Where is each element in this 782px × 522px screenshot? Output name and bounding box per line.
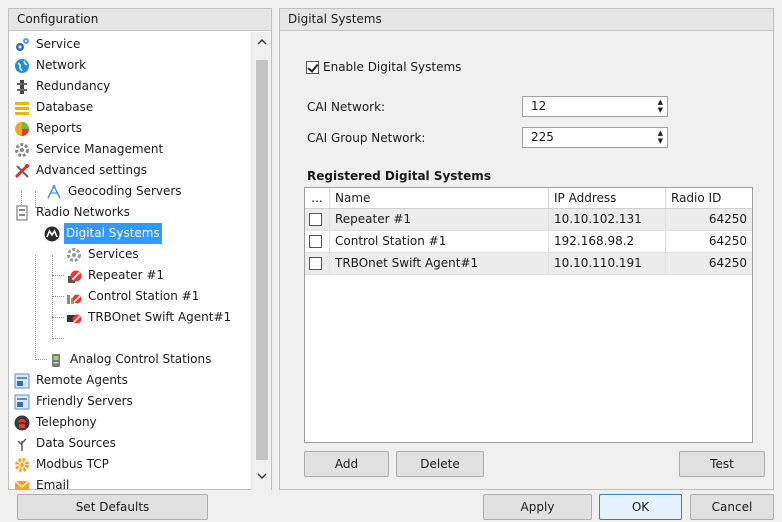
row-radio-id: 64250 [708,234,747,248]
row-ip: 192.168.98.2 [549,231,666,252]
configuration-panel: Configuration Service Network Redundancy… [8,8,272,490]
tree-item-services[interactable]: Services [65,244,141,265]
cai-group-network-label: CAI Group Network: [307,131,426,145]
service-icon [13,36,31,54]
row-name: TRBOnet Swift Agent#1 [330,253,549,274]
column-header-radio-id[interactable]: Radio ID [666,188,752,208]
add-button[interactable]: Add [304,451,389,477]
registered-systems-title: Registered Digital Systems [307,169,491,183]
modbus-icon [13,456,31,474]
swift-agent-icon [65,309,83,327]
tree-item-reports[interactable]: Reports [13,118,84,139]
telephony-icon [13,414,31,432]
scroll-thumb[interactable] [256,60,268,460]
row-checkbox[interactable] [305,253,330,274]
configuration-header: Configuration [9,9,271,31]
cai-network-value: 12 [531,99,547,113]
tree-item-data-sources[interactable]: Data Sources [13,433,118,454]
row-checkbox[interactable] [305,209,330,230]
tree-item-service-management[interactable]: Service Management [13,139,165,160]
table-row[interactable]: Control Station #1 192.168.98.2 64250 [305,231,752,253]
configuration-tree: Service Network Redundancy Database Repo… [9,32,252,490]
tree-item-analog-control-stations[interactable]: Analog Control Stations [47,349,213,370]
table-row[interactable]: Repeater #1 10.10.102.131 64250 [305,209,752,231]
digital-systems-panel: Digital Systems Enable Digital Systems C… [279,8,774,490]
tree-item-network[interactable]: Network [13,55,88,76]
tree-item-modbus-tcp[interactable]: Modbus TCP [13,454,111,475]
scroll-down-icon[interactable] [252,468,272,488]
tree-item-email[interactable]: Email [13,475,71,490]
database-icon [13,99,31,117]
repeater-icon [65,267,83,285]
registered-systems-grid: ... Name IP Address Radio ID Repeater #1… [304,187,753,443]
spinner-arrows-icon[interactable]: ▲ ▼ [658,129,663,145]
set-defaults-button[interactable]: Set Defaults [17,494,208,520]
scroll-up-icon[interactable] [252,34,272,54]
network-globe-icon [13,57,31,75]
table-row[interactable]: TRBOnet Swift Agent#1 10.10.110.191 6425… [305,253,752,275]
row-radio-id: 64250 [708,212,747,226]
delete-button[interactable]: Delete [396,451,484,477]
gear-icon [65,246,83,264]
tree-item-radio-networks[interactable]: Radio Networks [13,202,132,223]
digital-systems-header: Digital Systems [280,9,773,31]
ok-button[interactable]: OK [599,494,682,520]
control-station-icon [65,288,83,306]
row-name: Repeater #1 [330,209,549,230]
radio-networks-icon [13,204,31,222]
spinner-arrows-icon[interactable]: ▲ ▼ [658,98,663,114]
cai-network-label: CAI Network: [307,100,386,114]
reports-icon [13,120,31,138]
grid-header: ... Name IP Address Radio ID [305,188,752,209]
column-header-ip[interactable]: IP Address [549,188,666,208]
row-radio-id: 64250 [708,256,747,270]
column-header-name[interactable]: Name [330,188,549,208]
tree-item-digital-systems[interactable]: Digital Systems [43,223,162,244]
cai-network-spinner[interactable]: 12 ▲ ▼ [522,96,668,117]
geocoding-icon [45,183,63,201]
tree-item-redundancy[interactable]: Redundancy [13,76,112,97]
row-name: Control Station #1 [330,231,549,252]
enable-digital-systems-checkbox[interactable]: Enable Digital Systems [306,60,461,74]
motorola-icon [43,225,61,243]
tree-item-swift-agent[interactable]: TRBOnet Swift Agent#1 [65,307,233,328]
tree-item-service[interactable]: Service [13,34,82,55]
tree-item-friendly-servers[interactable]: Friendly Servers [13,391,135,412]
remote-agents-icon [13,372,31,390]
tree-item-advanced-settings[interactable]: Advanced settings [13,160,149,181]
checkbox-check-icon[interactable] [306,60,319,74]
test-button[interactable]: Test [679,451,765,477]
row-ip: 10.10.110.191 [549,253,666,274]
tree-item-database[interactable]: Database [13,97,95,118]
redundancy-icon [13,78,31,96]
enable-digital-systems-label: Enable Digital Systems [323,60,462,74]
tree-item-repeater[interactable]: Repeater #1 [65,265,166,286]
tree-item-telephony[interactable]: Telephony [13,412,99,433]
tools-icon [13,162,31,180]
analog-radio-icon [47,351,65,369]
data-sources-icon [13,435,31,453]
row-checkbox[interactable] [305,231,330,252]
cancel-button[interactable]: Cancel [690,494,774,520]
apply-button[interactable]: Apply [483,494,592,520]
gear-icon [13,141,31,159]
tree-item-remote-agents[interactable]: Remote Agents [13,370,130,391]
tree-scrollbar[interactable] [251,32,271,490]
row-ip: 10.10.102.131 [549,209,666,230]
cai-group-network-value: 225 [531,130,554,144]
email-icon [13,477,31,490]
tree-item-control-station[interactable]: Control Station #1 [65,286,201,307]
column-header-select[interactable]: ... [305,188,330,208]
tree-item-geocoding-servers[interactable]: Geocoding Servers [45,181,184,202]
friendly-servers-icon [13,393,31,411]
cai-group-network-spinner[interactable]: 225 ▲ ▼ [522,127,668,148]
